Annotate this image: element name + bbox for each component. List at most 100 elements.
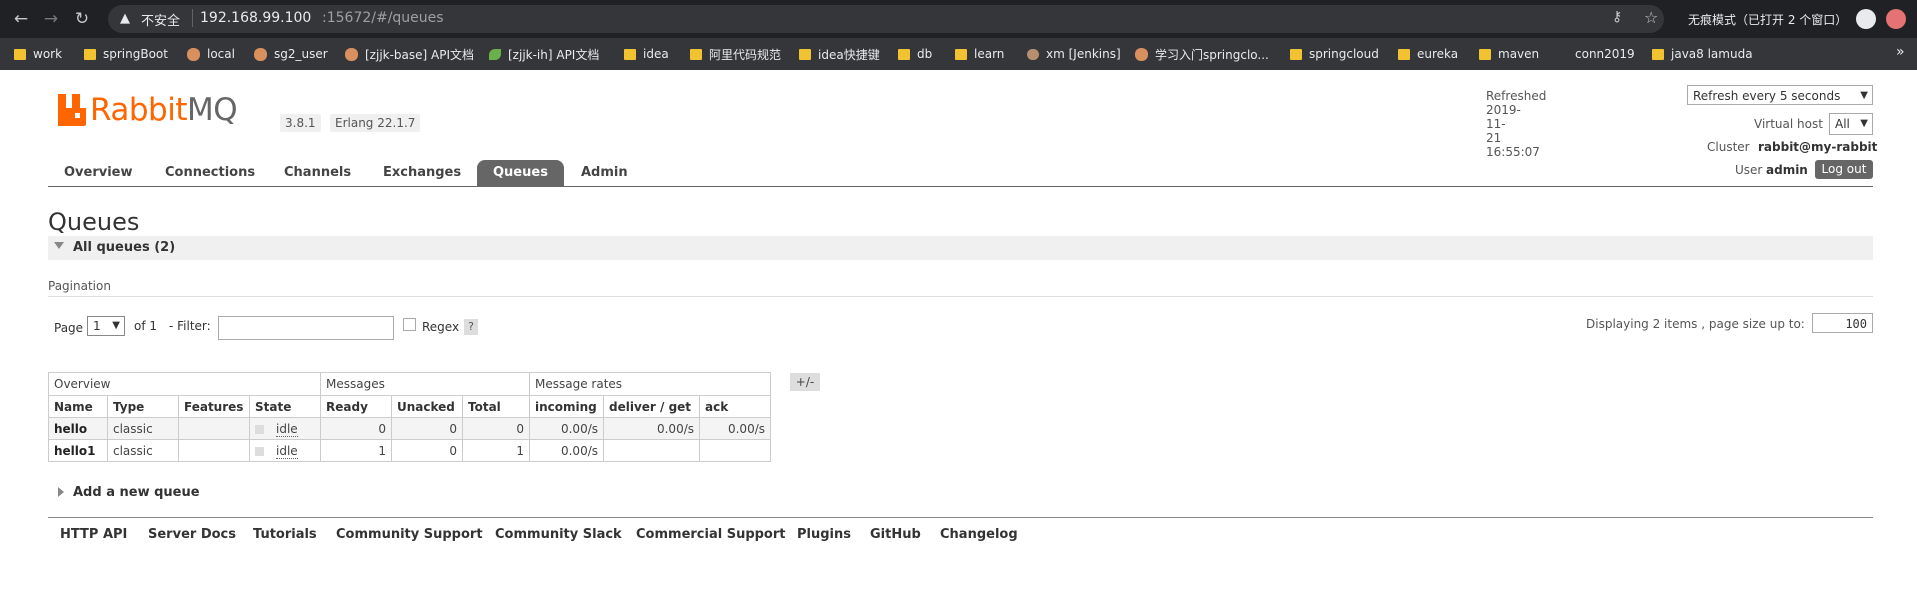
footer-link-plugins[interactable]: Plugins bbox=[797, 527, 851, 542]
queue-name-link[interactable]: hello bbox=[48, 417, 108, 440]
tab-connections[interactable]: Connections bbox=[149, 160, 271, 186]
all-queues-section-header[interactable] bbox=[48, 236, 1873, 260]
add-new-queue-toggle[interactable]: Add a new queue bbox=[73, 485, 200, 500]
bookmark-item[interactable]: db bbox=[898, 44, 932, 64]
footer-link-changelog[interactable]: Changelog bbox=[940, 527, 1018, 542]
url-path[interactable]: :15672/#/queues bbox=[322, 10, 444, 26]
version-badge: 3.8.1 bbox=[280, 114, 321, 132]
bookmark-label: db bbox=[917, 47, 933, 61]
bookmark-item[interactable]: eureka bbox=[1398, 44, 1458, 64]
bookmark-item[interactable]: idea快捷键 bbox=[799, 44, 880, 64]
bookmark-item[interactable]: springBoot bbox=[84, 44, 168, 64]
regex-checkbox[interactable] bbox=[403, 318, 416, 331]
footer-link-server-docs[interactable]: Server Docs bbox=[148, 527, 236, 542]
pagination-divider bbox=[48, 296, 1873, 297]
forward-arrow-icon[interactable]: → bbox=[39, 7, 63, 31]
col-total[interactable]: Total bbox=[462, 395, 530, 418]
pagination-label: Pagination bbox=[48, 279, 111, 293]
tab-overview[interactable]: Overview bbox=[48, 160, 149, 186]
queue-features bbox=[178, 417, 250, 440]
bookmark-item[interactable]: [zjjk-base] API文档 bbox=[345, 44, 474, 64]
key-icon[interactable]: ⚷ bbox=[1612, 9, 1622, 25]
filter-input[interactable] bbox=[218, 316, 394, 340]
bookmark-item[interactable]: maven bbox=[1479, 44, 1539, 64]
col-incoming[interactable]: incoming bbox=[529, 395, 604, 418]
bookmark-label: local bbox=[207, 47, 235, 61]
virtual-host-select[interactable]: All ▼ bbox=[1829, 113, 1873, 135]
queue-name-link[interactable]: hello1 bbox=[48, 439, 108, 462]
bookmark-item[interactable]: learn bbox=[955, 44, 1004, 64]
user-name: admin bbox=[1766, 163, 1808, 177]
bookmark-item[interactable]: work bbox=[14, 44, 62, 64]
bookmark-item[interactable]: [zjjk-ih] API文档 bbox=[489, 44, 599, 64]
site-icon bbox=[254, 47, 267, 61]
bookmark-item[interactable]: springcloud bbox=[1290, 44, 1379, 64]
bookmarks-more-icon[interactable]: » bbox=[1896, 44, 1905, 60]
incognito-icon[interactable] bbox=[1856, 9, 1876, 29]
table-row[interactable]: hello1 classic idle 1 0 1 0.00/s bbox=[48, 439, 771, 462]
tab-admin[interactable]: Admin bbox=[565, 160, 644, 186]
chevron-down-icon: ▼ bbox=[1860, 118, 1868, 129]
queue-ack bbox=[699, 439, 771, 462]
bookmark-item[interactable]: idea bbox=[624, 44, 669, 64]
bookmark-label: learn bbox=[974, 47, 1005, 61]
bookmark-item[interactable]: xm [Jenkins] bbox=[1027, 44, 1121, 64]
bookmark-item[interactable]: sg2_user bbox=[254, 44, 328, 64]
table-row[interactable]: hello classic idle 0 0 0 0.00/s 0.00/s 0… bbox=[48, 417, 771, 440]
col-deliver-get[interactable]: deliver / get bbox=[603, 395, 700, 418]
queues-table: Overview Messages Message rates Name Typ… bbox=[48, 372, 771, 462]
logout-button[interactable]: Log out bbox=[1815, 160, 1873, 179]
tab-channels[interactable]: Channels bbox=[268, 160, 367, 186]
column-toggle-button[interactable]: +/- bbox=[790, 373, 820, 391]
warning-icon[interactable]: ▲ bbox=[120, 11, 130, 26]
cluster-name: rabbit@my-rabbit bbox=[1758, 140, 1878, 154]
bookmark-item[interactable]: local bbox=[187, 44, 235, 64]
tab-queues[interactable]: Queues bbox=[477, 160, 564, 186]
page-select[interactable]: 1 ▼ bbox=[87, 316, 125, 336]
col-name[interactable]: Name bbox=[48, 395, 108, 418]
expand-triangle-icon[interactable] bbox=[58, 487, 64, 497]
folder-icon bbox=[1290, 48, 1302, 60]
bookmark-item[interactable]: 学习入门springclo... bbox=[1135, 44, 1269, 64]
queue-ready: 1 bbox=[320, 439, 392, 462]
footer-link-github[interactable]: GitHub bbox=[870, 527, 921, 542]
security-label[interactable]: 不安全 bbox=[141, 10, 180, 29]
group-messages: Messages bbox=[320, 372, 530, 396]
rabbitmq-logo[interactable]: RabbitMQ bbox=[58, 93, 238, 127]
collapse-triangle-icon[interactable] bbox=[54, 242, 64, 249]
bookmark-item[interactable]: conn2019 bbox=[1556, 44, 1635, 64]
bookmark-item[interactable]: 阿里代码规范 bbox=[690, 44, 781, 64]
site-icon bbox=[1135, 47, 1148, 61]
folder-icon bbox=[84, 48, 96, 60]
all-queues-title[interactable]: All queues (2) bbox=[73, 240, 175, 255]
footer-link-http-api[interactable]: HTTP API bbox=[60, 527, 127, 542]
footer-link-community-slack[interactable]: Community Slack bbox=[495, 527, 622, 542]
queue-deliver-get bbox=[603, 439, 700, 462]
help-button[interactable]: ? bbox=[464, 319, 478, 335]
col-ack[interactable]: ack bbox=[699, 395, 771, 418]
col-type[interactable]: Type bbox=[107, 395, 179, 418]
col-features[interactable]: Features bbox=[178, 395, 250, 418]
footer-link-commercial-support[interactable]: Commercial Support bbox=[636, 527, 786, 542]
back-arrow-icon[interactable]: ← bbox=[9, 7, 33, 31]
bookmark-item[interactable]: java8 lamuda bbox=[1652, 44, 1753, 64]
star-icon[interactable]: ☆ bbox=[1644, 8, 1658, 27]
url-host[interactable]: 192.168.99.100 bbox=[200, 10, 311, 26]
state-indicator-icon bbox=[255, 446, 264, 456]
bookmark-label: work bbox=[33, 47, 63, 61]
col-ready[interactable]: Ready bbox=[320, 395, 392, 418]
refreshed-timestamp: Refreshed 2019-11-21 16:55:07 bbox=[1486, 89, 1547, 159]
tab-exchanges[interactable]: Exchanges bbox=[367, 160, 477, 186]
refresh-interval-select[interactable]: Refresh every 5 seconds ▼ bbox=[1687, 85, 1873, 105]
menu-icon[interactable] bbox=[1886, 9, 1906, 29]
footer-link-community-support[interactable]: Community Support bbox=[336, 527, 483, 542]
virtual-host-label: Virtual host bbox=[1754, 117, 1823, 131]
footer-link-tutorials[interactable]: Tutorials bbox=[253, 527, 317, 542]
queue-total: 1 bbox=[462, 439, 530, 462]
reload-icon[interactable]: ↻ bbox=[70, 7, 94, 31]
col-unacked[interactable]: Unacked bbox=[391, 395, 463, 418]
col-state[interactable]: State bbox=[249, 395, 321, 418]
queue-unacked: 0 bbox=[391, 439, 463, 462]
page-size-input[interactable]: 100 bbox=[1812, 313, 1873, 333]
erlang-badge: Erlang 22.1.7 bbox=[330, 114, 421, 132]
